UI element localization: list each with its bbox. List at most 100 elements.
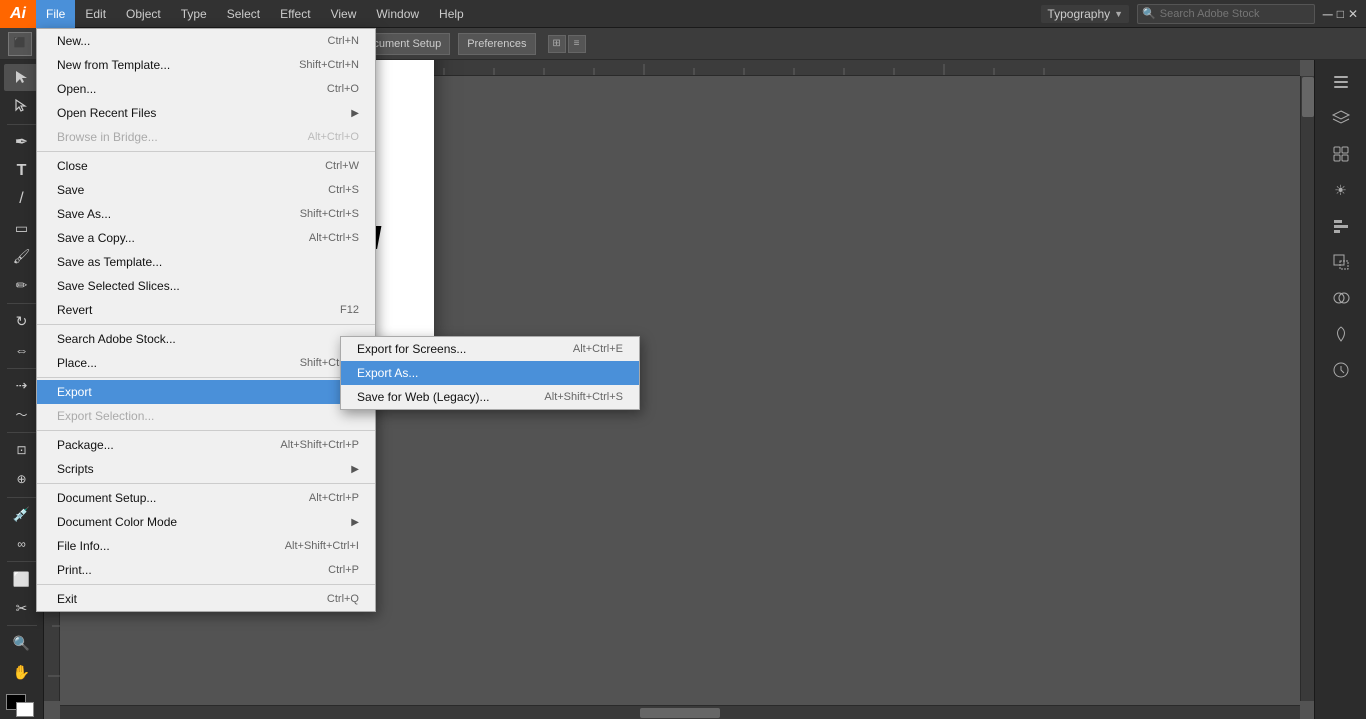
search-stock-input[interactable] xyxy=(1160,8,1310,20)
workspace-chevron-icon: ▼ xyxy=(1114,9,1123,19)
menu-help[interactable]: Help xyxy=(429,0,474,28)
menu-window[interactable]: Window xyxy=(366,0,429,28)
right-panel: ☀ xyxy=(1314,60,1366,719)
menu-file[interactable]: File xyxy=(36,0,75,28)
separator-1 xyxy=(37,151,375,152)
rect-tool-btn[interactable]: ▭ xyxy=(4,215,40,242)
separator-4 xyxy=(37,430,375,431)
rotate-tool-btn[interactable]: ↻ xyxy=(4,308,40,335)
menu-doc-color-mode[interactable]: Document Color Mode▶ xyxy=(37,510,375,534)
pen-tool-btn[interactable]: ✒ xyxy=(4,128,40,155)
workspace-label: Typography xyxy=(1047,7,1110,21)
menu-export-selection: Export Selection... xyxy=(37,404,375,428)
menu-edit[interactable]: Edit xyxy=(75,0,116,28)
reflect-tool-btn[interactable]: ⇔ xyxy=(4,337,40,364)
menu-bar: Ai File Edit Object Type Select Effect V… xyxy=(0,0,1366,28)
vertical-scrollbar[interactable] xyxy=(1300,76,1314,701)
menu-save-copy[interactable]: Save a Copy...Alt+Ctrl+S xyxy=(37,226,375,250)
blend-tool-btn[interactable]: ∞ xyxy=(4,530,40,557)
tool-separator-5 xyxy=(7,497,37,498)
menu-type[interactable]: Type xyxy=(171,0,217,28)
libraries-panel-btn[interactable] xyxy=(1321,136,1361,172)
eyedropper-btn[interactable]: 💉 xyxy=(4,501,40,528)
properties-panel-btn[interactable] xyxy=(1321,64,1361,100)
menu-select[interactable]: Select xyxy=(217,0,270,28)
menu-exit[interactable]: ExitCtrl+Q xyxy=(37,587,375,611)
menu-place[interactable]: Place...Shift+Ctrl+P xyxy=(37,351,375,375)
export-submenu: Export for Screens...Alt+Ctrl+E Export A… xyxy=(340,336,640,410)
submenu-save-web[interactable]: Save for Web (Legacy)...Alt+Shift+Ctrl+S xyxy=(341,385,639,409)
cc-libraries-btn[interactable] xyxy=(1321,316,1361,352)
artboard-btn[interactable]: ⬜ xyxy=(4,566,40,593)
transform-panel-btn[interactable] xyxy=(1321,244,1361,280)
maximize-btn[interactable]: □ xyxy=(1337,7,1344,21)
hand-btn[interactable]: ✋ xyxy=(4,659,40,686)
preferences-btn[interactable]: Preferences xyxy=(458,33,535,55)
vertical-scrollbar-thumb[interactable] xyxy=(1302,77,1314,117)
align-panel-btn[interactable] xyxy=(1321,208,1361,244)
separator-2 xyxy=(37,324,375,325)
ai-logo: Ai xyxy=(0,0,36,28)
menu-close[interactable]: CloseCtrl+W xyxy=(37,154,375,178)
menu-new[interactable]: New...Ctrl+N xyxy=(37,29,375,53)
menu-document-setup[interactable]: Document Setup...Alt+Ctrl+P xyxy=(37,486,375,510)
separator-3 xyxy=(37,377,375,378)
horizontal-scrollbar[interactable] xyxy=(60,705,1300,719)
menu-save-template[interactable]: Save as Template... xyxy=(37,250,375,274)
tool-icon[interactable]: ⬛ xyxy=(8,32,32,56)
separator-6 xyxy=(37,584,375,585)
menu-open-recent[interactable]: Open Recent Files▶ xyxy=(37,101,375,125)
stroke-swatch[interactable] xyxy=(16,702,34,717)
tool-separator-4 xyxy=(7,432,37,433)
layers-panel-btn[interactable] xyxy=(1321,100,1361,136)
menu-effect[interactable]: Effect xyxy=(270,0,320,28)
direct-select-tool-btn[interactable] xyxy=(4,93,40,120)
line-tool-btn[interactable]: / xyxy=(4,186,40,213)
submenu-export-screens[interactable]: Export for Screens...Alt+Ctrl+E xyxy=(341,337,639,361)
width-tool-btn[interactable]: ⇢ xyxy=(4,372,40,399)
tool-separator-6 xyxy=(7,561,37,562)
menu-revert[interactable]: RevertF12 xyxy=(37,298,375,322)
menu-view[interactable]: View xyxy=(321,0,367,28)
pencil-tool-btn[interactable]: ✏ xyxy=(4,272,40,299)
arrange-icon[interactable]: ⊞ xyxy=(548,35,566,53)
sun-icon[interactable]: ☀ xyxy=(1321,172,1361,208)
tool-separator-3 xyxy=(7,368,37,369)
menu-open[interactable]: Open...Ctrl+O xyxy=(37,77,375,101)
color-swatches xyxy=(6,694,38,719)
history-panel-btn[interactable] xyxy=(1321,352,1361,388)
warp-tool-btn[interactable]: 〜 xyxy=(4,401,40,428)
shape-builder-btn[interactable]: ⊕ xyxy=(4,466,40,493)
minimize-btn[interactable]: ─ xyxy=(1323,6,1333,22)
select-tool-btn[interactable] xyxy=(4,64,40,91)
tool-separator-1 xyxy=(7,124,37,125)
close-btn[interactable]: ✕ xyxy=(1348,7,1358,21)
menu-new-from-template[interactable]: New from Template...Shift+Ctrl+N xyxy=(37,53,375,77)
slice-btn[interactable]: ✂ xyxy=(4,595,40,622)
submenu-export-as[interactable]: Export As... xyxy=(341,361,639,385)
menu-file-info[interactable]: File Info...Alt+Shift+Ctrl+I xyxy=(37,534,375,558)
menu-object[interactable]: Object xyxy=(116,0,171,28)
menu-save[interactable]: SaveCtrl+S xyxy=(37,178,375,202)
separator-5 xyxy=(37,483,375,484)
workspace-selector[interactable]: Typography ▼ xyxy=(1041,5,1129,23)
type-tool-btn[interactable]: T xyxy=(4,157,40,184)
menu-save-slices[interactable]: Save Selected Slices... xyxy=(37,274,375,298)
horizontal-scrollbar-thumb[interactable] xyxy=(640,708,720,718)
menu-save-as[interactable]: Save As...Shift+Ctrl+S xyxy=(37,202,375,226)
menu-browse-bridge: Browse in Bridge...Alt+Ctrl+O xyxy=(37,125,375,149)
tool-separator-7 xyxy=(7,625,37,626)
menu-package[interactable]: Package...Alt+Shift+Ctrl+P xyxy=(37,433,375,457)
menu-scripts[interactable]: Scripts▶ xyxy=(37,457,375,481)
align-icon[interactable]: ≡ xyxy=(568,35,586,53)
zoom-btn[interactable]: 🔍 xyxy=(4,630,40,657)
tool-separator-2 xyxy=(7,303,37,304)
file-menu-dropdown: New...Ctrl+N New from Template...Shift+C… xyxy=(36,28,376,612)
menu-export[interactable]: Export▶ xyxy=(37,380,375,404)
menu-search-stock[interactable]: Search Adobe Stock... xyxy=(37,327,375,351)
search-icon: 🔍 xyxy=(1142,7,1156,20)
menu-print[interactable]: Print...Ctrl+P xyxy=(37,558,375,582)
paintbrush-tool-btn[interactable]: 🖌 xyxy=(4,244,40,271)
pathfinder-panel-btn[interactable] xyxy=(1321,280,1361,316)
free-transform-btn[interactable]: ⊡ xyxy=(4,437,40,464)
